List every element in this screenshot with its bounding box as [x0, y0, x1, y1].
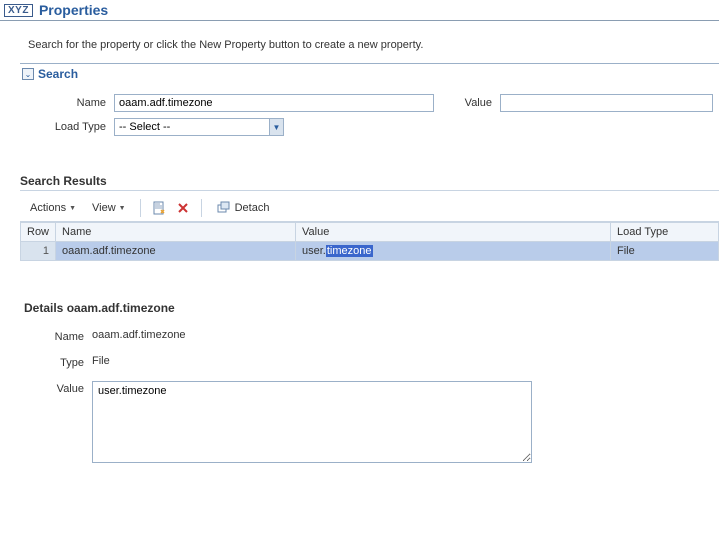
value-input[interactable] — [500, 94, 713, 112]
name-input[interactable] — [114, 94, 434, 112]
col-value[interactable]: Value — [296, 223, 611, 242]
details-name-label: Name — [24, 329, 84, 343]
row-number: 1 — [21, 242, 56, 261]
details-name-value: oaam.adf.timezone — [92, 329, 719, 341]
col-name[interactable]: Name — [56, 223, 296, 242]
cell-value: user.timezone — [296, 242, 611, 261]
results-table: Row Name Value Load Type 1 oaam.adf.time… — [20, 222, 719, 261]
details-panel: Details oaam.adf.timezone Name oaam.adf.… — [20, 301, 719, 463]
value-label: Value — [442, 97, 492, 109]
details-type-value: File — [92, 355, 719, 367]
delete-icon[interactable] — [173, 198, 193, 218]
details-type-label: Type — [24, 355, 84, 369]
cell-name: oaam.adf.timezone — [56, 242, 296, 261]
brand-logo: XYZ — [4, 4, 33, 17]
search-panel-title: Search — [38, 67, 78, 81]
loadtype-label: Load Type — [26, 121, 106, 133]
new-icon[interactable] — [149, 198, 169, 218]
results-toolbar: Actions▼ View▼ Detach — [20, 195, 719, 222]
instruction-text: Search for the property or click the New… — [28, 39, 719, 51]
details-title: Details oaam.adf.timezone — [24, 301, 719, 315]
details-value-label: Value — [24, 381, 84, 395]
search-panel: ⌄ Search Name Value Load Type -- Select … — [20, 63, 719, 156]
col-row[interactable]: Row — [21, 223, 56, 242]
detach-button[interactable]: Detach — [210, 198, 277, 218]
view-menu[interactable]: View▼ — [86, 200, 132, 216]
name-label: Name — [26, 97, 106, 109]
detach-icon — [217, 201, 231, 215]
loadtype-select[interactable]: -- Select -- — [114, 118, 284, 136]
table-row[interactable]: 1 oaam.adf.timezone user.timezone File — [21, 242, 719, 261]
collapse-toggle-icon[interactable]: ⌄ — [22, 68, 34, 80]
col-loadtype[interactable]: Load Type — [611, 223, 719, 242]
details-value-textarea[interactable] — [92, 381, 532, 463]
page-header: XYZ Properties — [0, 0, 719, 21]
actions-menu[interactable]: Actions▼ — [24, 200, 82, 216]
page-title: Properties — [39, 2, 108, 18]
results-title: Search Results — [20, 174, 719, 191]
cell-loadtype: File — [611, 242, 719, 261]
